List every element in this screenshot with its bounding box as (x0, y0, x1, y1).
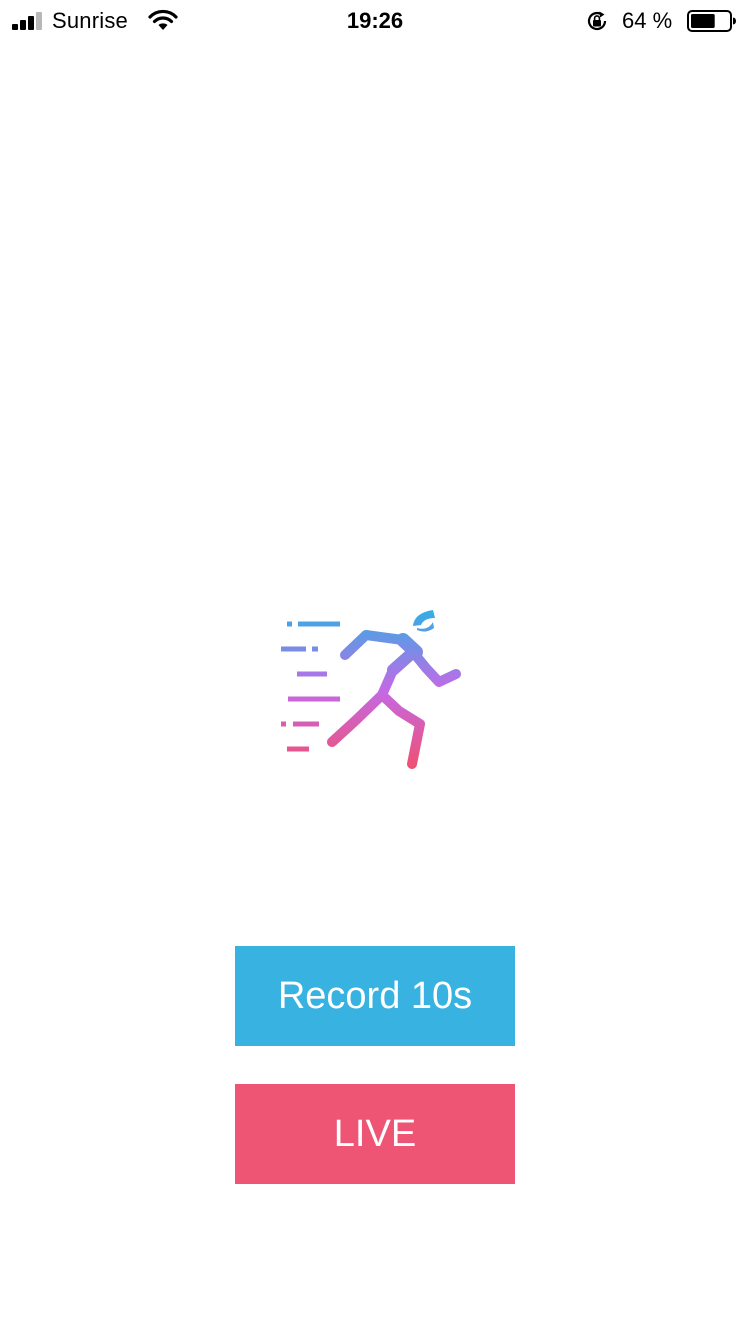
runner-head (413, 610, 435, 632)
status-bar: Sunrise 19:26 64 % (0, 0, 750, 40)
rotation-lock-icon (587, 11, 607, 31)
runner-body (327, 630, 461, 769)
battery-icon (687, 10, 736, 32)
running-man-icon (281, 610, 461, 769)
record-10s-button[interactable]: Record 10s (235, 946, 515, 1046)
speed-lines (281, 621, 340, 752)
live-button[interactable]: LIVE (235, 1084, 515, 1184)
battery-percentage: 64 % (622, 8, 673, 33)
app-screen: Sunrise 19:26 64 % Record 10s LIVE (0, 0, 750, 1334)
